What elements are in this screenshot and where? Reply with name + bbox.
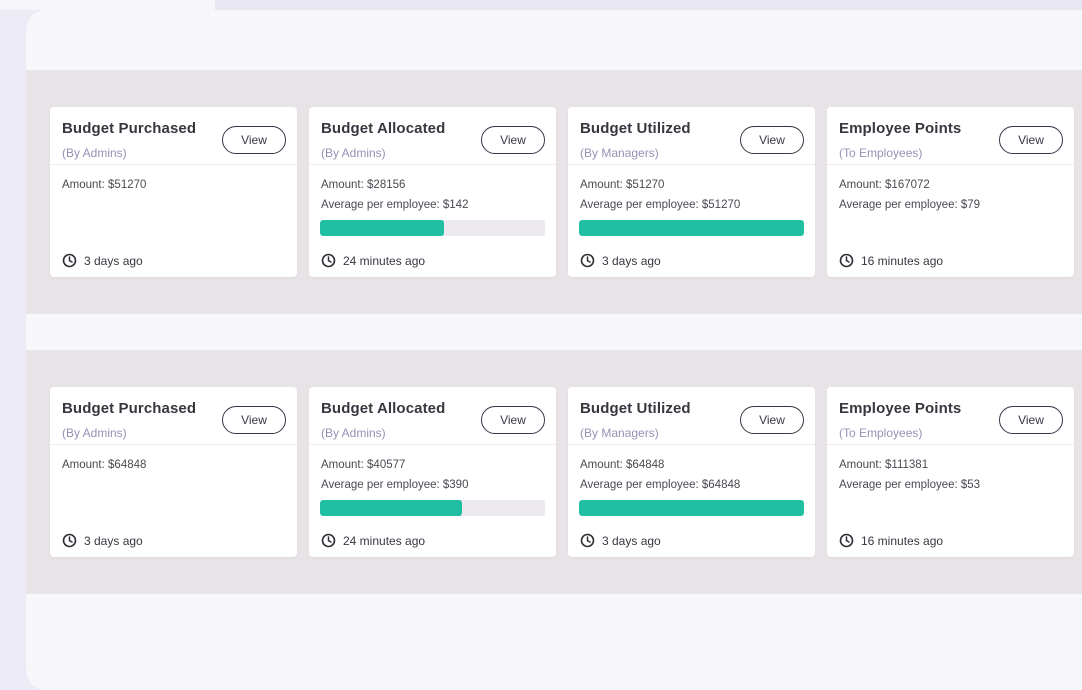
timestamp-text: 3 days ago — [84, 533, 143, 548]
card-title: Budget Allocated — [321, 120, 446, 137]
clock-icon — [839, 253, 854, 268]
budget-card: Employee Points (To Employees) View Amou… — [827, 107, 1074, 277]
card-header: Budget Purchased (By Admins) View — [50, 387, 297, 445]
card-header: Budget Purchased (By Admins) View — [50, 107, 297, 165]
average-text: Average per employee: $79 — [839, 199, 981, 211]
card-body: Amount: $40577 Average per employee: $39… — [309, 445, 556, 557]
average-text: Average per employee: $142 — [321, 199, 469, 211]
amount-text: Amount: $40577 — [321, 459, 406, 471]
view-button[interactable]: View — [740, 126, 804, 154]
card-subtitle: (By Admins) — [321, 146, 386, 160]
timestamp-text: 16 minutes ago — [861, 253, 944, 268]
view-button[interactable]: View — [222, 126, 286, 154]
progress-fill — [579, 500, 804, 516]
card-subtitle: (By Managers) — [580, 146, 659, 160]
amount-text: Amount: $51270 — [62, 179, 147, 191]
timestamp: 24 minutes ago — [321, 253, 425, 268]
main-panel: Budget Purchased (By Admins) View Amount… — [26, 10, 1082, 690]
average-text: Average per employee: $53 — [839, 479, 981, 491]
card-header: Budget Allocated (By Admins) View — [309, 387, 556, 445]
progress-bar — [320, 220, 545, 236]
progress-fill — [320, 500, 462, 516]
view-button[interactable]: View — [481, 126, 545, 154]
timestamp: 16 minutes ago — [839, 533, 943, 548]
timestamp: 16 minutes ago — [839, 253, 943, 268]
progress-fill — [579, 220, 804, 236]
card-subtitle: (By Admins) — [62, 426, 127, 440]
card-body: Amount: $64848 Average per employee: $64… — [568, 445, 815, 557]
amount-text: Amount: $64848 — [580, 459, 665, 471]
card-subtitle: (By Admins) — [321, 426, 386, 440]
view-button[interactable]: View — [222, 406, 286, 434]
timestamp-text: 24 minutes ago — [343, 253, 426, 268]
card-title: Employee Points — [839, 400, 962, 417]
card-body: Amount: $28156 Average per employee: $14… — [309, 165, 556, 277]
timestamp-text: 3 days ago — [602, 533, 661, 548]
clock-icon — [62, 253, 77, 268]
view-button[interactable]: View — [999, 126, 1063, 154]
timestamp: 3 days ago — [580, 253, 661, 268]
card-title: Budget Purchased — [62, 400, 197, 417]
view-button[interactable]: View — [999, 406, 1063, 434]
budget-card: Budget Purchased (By Admins) View Amount… — [50, 387, 297, 557]
card-body: Amount: $111381 Average per employee: $5… — [827, 445, 1074, 557]
card-subtitle: (To Employees) — [839, 146, 923, 160]
card-title: Budget Allocated — [321, 400, 446, 417]
top-strip — [0, 0, 1082, 10]
clock-icon — [839, 533, 854, 548]
budget-section-1: Budget Purchased (By Admins) View Amount… — [26, 70, 1082, 314]
card-title: Budget Utilized — [580, 400, 691, 417]
clock-icon — [580, 253, 595, 268]
view-button[interactable]: View — [740, 406, 804, 434]
timestamp-text: 24 minutes ago — [343, 533, 426, 548]
budget-card: Budget Utilized (By Managers) View Amoun… — [568, 387, 815, 557]
budget-card: Employee Points (To Employees) View Amou… — [827, 387, 1074, 557]
clock-icon — [62, 533, 77, 548]
budget-card: Budget Purchased (By Admins) View Amount… — [50, 107, 297, 277]
card-body: Amount: $51270 Average per employee: $51… — [568, 165, 815, 277]
amount-text: Amount: $167072 — [839, 179, 930, 191]
amount-text: Amount: $51270 — [580, 179, 665, 191]
card-header: Employee Points (To Employees) View — [827, 107, 1074, 165]
card-body: Amount: $64848 3 days ago — [50, 445, 297, 557]
amount-text: Amount: $28156 — [321, 179, 406, 191]
card-subtitle: (To Employees) — [839, 426, 923, 440]
timestamp: 3 days ago — [62, 533, 143, 548]
card-header: Budget Utilized (By Managers) View — [568, 107, 815, 165]
timestamp: 3 days ago — [62, 253, 143, 268]
card-title: Budget Purchased — [62, 120, 197, 137]
progress-bar — [579, 500, 804, 516]
progress-fill — [320, 220, 444, 236]
card-subtitle: (By Managers) — [580, 426, 659, 440]
card-header: Budget Allocated (By Admins) View — [309, 107, 556, 165]
amount-text: Amount: $64848 — [62, 459, 147, 471]
card-title: Budget Utilized — [580, 120, 691, 137]
amount-text: Amount: $111381 — [839, 459, 929, 471]
budget-card: Budget Allocated (By Admins) View Amount… — [309, 387, 556, 557]
budget-section-2: Budget Purchased (By Admins) View Amount… — [26, 350, 1082, 594]
budget-card: Budget Allocated (By Admins) View Amount… — [309, 107, 556, 277]
budget-card: Budget Utilized (By Managers) View Amoun… — [568, 107, 815, 277]
timestamp: 24 minutes ago — [321, 533, 425, 548]
card-subtitle: (By Admins) — [62, 146, 127, 160]
card-body: Amount: $51270 3 days ago — [50, 165, 297, 277]
timestamp-text: 3 days ago — [84, 253, 143, 268]
progress-bar — [579, 220, 804, 236]
card-header: Employee Points (To Employees) View — [827, 387, 1074, 445]
clock-icon — [580, 533, 595, 548]
timestamp-text: 3 days ago — [602, 253, 661, 268]
average-text: Average per employee: $64848 — [580, 479, 741, 491]
average-text: Average per employee: $390 — [321, 479, 469, 491]
clock-icon — [321, 533, 336, 548]
clock-icon — [321, 253, 336, 268]
card-body: Amount: $167072 Average per employee: $7… — [827, 165, 1074, 277]
card-header: Budget Utilized (By Managers) View — [568, 387, 815, 445]
view-button[interactable]: View — [481, 406, 545, 434]
timestamp: 3 days ago — [580, 533, 661, 548]
progress-bar — [320, 500, 545, 516]
average-text: Average per employee: $51270 — [580, 199, 741, 211]
timestamp-text: 16 minutes ago — [861, 533, 944, 548]
card-title: Employee Points — [839, 120, 962, 137]
